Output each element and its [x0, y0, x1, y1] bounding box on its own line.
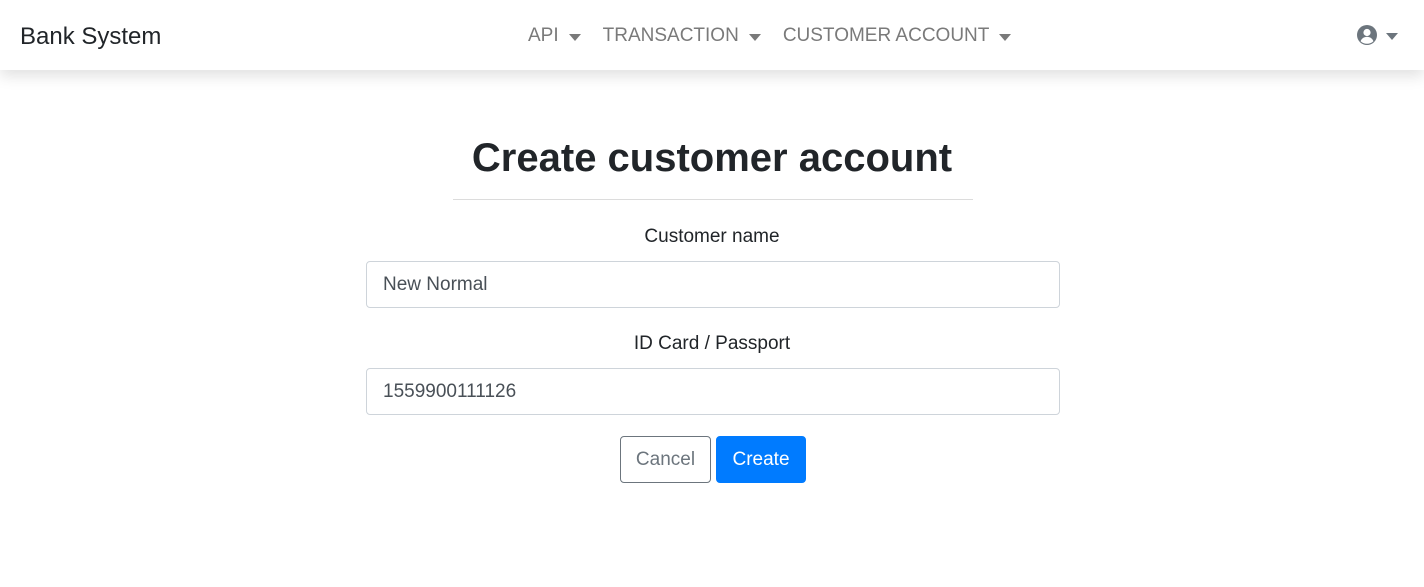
cancel-button[interactable]: Cancel	[620, 436, 711, 483]
customer-name-label: Customer name	[644, 226, 780, 247]
user-menu[interactable]	[1356, 24, 1398, 46]
nav-menu-transaction-label: TRANSACTION	[602, 25, 739, 46]
nav-menu-api[interactable]: API	[528, 22, 581, 50]
id-card-label: ID Card / Passport	[633, 333, 791, 354]
title-divider	[453, 199, 973, 200]
caret-down-icon	[1386, 32, 1398, 40]
caret-down-icon	[999, 33, 1012, 41]
customer-name-input[interactable]	[366, 261, 1060, 308]
nav-menu-transaction[interactable]: TRANSACTION	[603, 22, 761, 50]
create-button[interactable]: Create	[716, 436, 806, 483]
main-nav: API TRANSACTION CUSTOMER ACCOUNT	[528, 22, 1033, 50]
id-card-input[interactable]	[366, 368, 1060, 415]
caret-down-icon	[568, 33, 581, 41]
nav-menu-customer-account-label: CUSTOMER ACCOUNT	[782, 25, 990, 46]
caret-down-icon	[748, 33, 761, 41]
nav-menu-api-label: API	[528, 25, 559, 46]
user-circle-icon	[1357, 25, 1377, 45]
nav-menu-customer-account[interactable]: CUSTOMER ACCOUNT	[783, 22, 1012, 50]
brand-link[interactable]: Bank System	[20, 22, 161, 52]
page-title: Create customer account	[471, 136, 953, 180]
top-navbar: Bank System API TRANSACTION CUSTOMER ACC…	[0, 0, 1424, 70]
